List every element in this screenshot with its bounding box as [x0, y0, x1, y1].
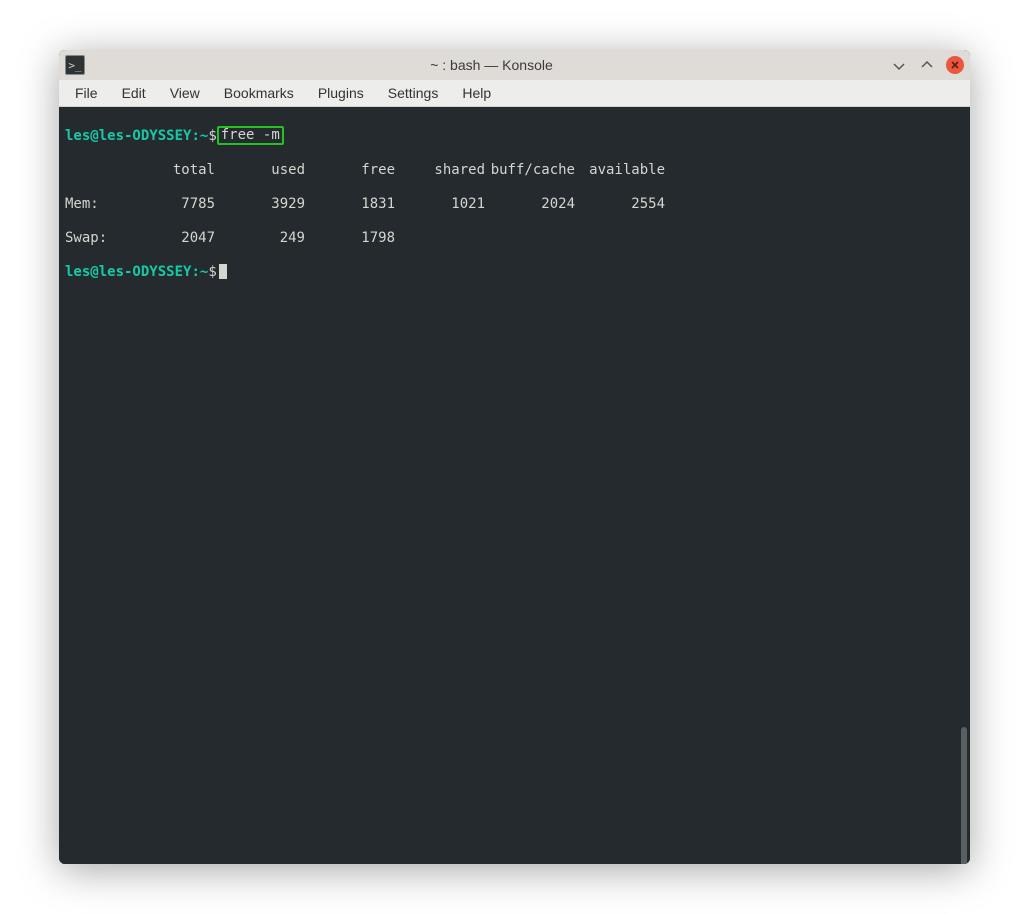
mem-used: 3929 — [215, 196, 305, 213]
terminal-app-icon: >_ — [65, 55, 85, 75]
titlebar[interactable]: >_ ~ : bash — Konsole — [59, 50, 970, 80]
swap-used: 249 — [215, 230, 305, 247]
terminal-scrollbar[interactable] — [961, 727, 967, 864]
col-header-available: available — [575, 162, 665, 179]
mem-shared: 1021 — [395, 196, 485, 213]
swap-total: 2047 — [125, 230, 215, 247]
menu-plugins[interactable]: Plugins — [306, 82, 376, 104]
col-header-buffcache: buff/cache — [485, 162, 575, 179]
row-label-swap: Swap: — [65, 230, 125, 247]
maximize-button[interactable] — [918, 56, 936, 74]
row-label-mem: Mem: — [65, 196, 125, 213]
menu-view[interactable]: View — [158, 82, 212, 104]
window-controls — [890, 56, 964, 74]
minimize-button[interactable] — [890, 56, 908, 74]
window-title: ~ : bash — Konsole — [93, 57, 890, 73]
col-header-free: free — [305, 162, 395, 179]
col-header-used: used — [215, 162, 305, 179]
terminal-line-headers: totalusedfreesharedbuff/cacheavailable — [65, 162, 964, 179]
command-highlight: free -m — [217, 126, 284, 145]
terminal-area[interactable]: les@les-ODYSSEY:~$ free -m totalusedfree… — [59, 107, 970, 864]
close-button[interactable] — [946, 56, 964, 74]
mem-total: 7785 — [125, 196, 215, 213]
terminal-line-prompt2: les@les-ODYSSEY:~$ — [65, 264, 964, 281]
prompt-symbol: $ — [208, 128, 216, 145]
prompt-path: ~ — [200, 128, 208, 145]
menu-edit[interactable]: Edit — [110, 82, 158, 104]
terminal-line-prompt1: les@les-ODYSSEY:~$ free -m — [65, 128, 964, 145]
col-header-shared: shared — [395, 162, 485, 179]
terminal-line-mem: Mem:778539291831102120242554 — [65, 196, 964, 213]
menu-file[interactable]: File — [63, 82, 110, 104]
mem-available: 2554 — [575, 196, 665, 213]
menu-help[interactable]: Help — [450, 82, 503, 104]
menubar: File Edit View Bookmarks Plugins Setting… — [59, 80, 970, 107]
mem-buffcache: 2024 — [485, 196, 575, 213]
swap-free: 1798 — [305, 230, 395, 247]
menu-bookmarks[interactable]: Bookmarks — [212, 82, 306, 104]
terminal-cursor — [219, 264, 227, 279]
terminal-line-swap: Swap:20472491798 — [65, 230, 964, 247]
close-icon — [950, 60, 960, 70]
col-header-total: total — [125, 162, 215, 179]
menu-settings[interactable]: Settings — [376, 82, 451, 104]
konsole-window: >_ ~ : bash — Konsole File Edit View Boo… — [59, 50, 970, 864]
prompt-user-host: les@les-ODYSSEY — [65, 128, 191, 145]
mem-free: 1831 — [305, 196, 395, 213]
